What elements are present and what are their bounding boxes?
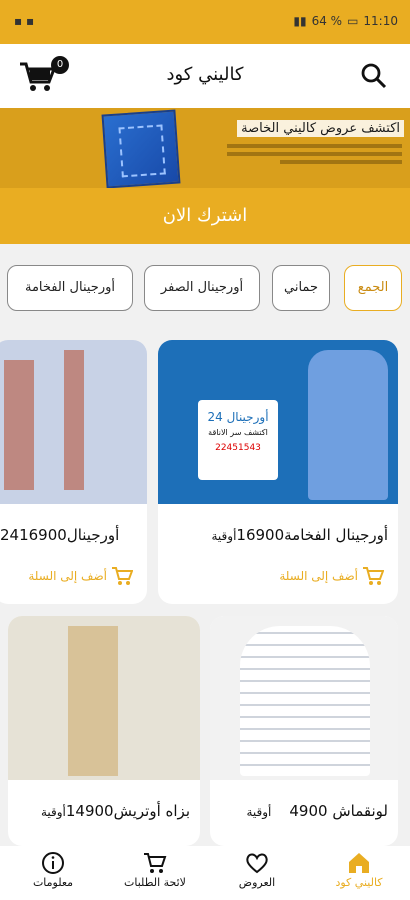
product-price: 14900 xyxy=(65,802,114,820)
image-phone: 22451543 xyxy=(215,443,261,453)
nav-orders[interactable]: لائحة الطلبات xyxy=(104,850,206,900)
add-to-cart-label: أضف إلى السلة xyxy=(28,569,107,583)
fabric-pattern xyxy=(4,360,34,490)
product-card[interactable]: لونقماش 4900 أوقية xyxy=(210,616,398,846)
product-image xyxy=(8,616,200,780)
clock: 11:10 xyxy=(363,14,398,28)
fabric-pattern xyxy=(64,350,84,490)
product-name-price: أورجينال2416900 xyxy=(0,526,119,544)
nav-info[interactable]: معلومات xyxy=(2,850,104,900)
info-icon xyxy=(42,852,64,874)
product-price: 4900 xyxy=(289,802,328,820)
nav-offers[interactable]: العروض xyxy=(206,850,308,900)
app-header: 0 كاليني كود xyxy=(0,44,410,108)
chip-original-luxury[interactable]: أورجينال الفخامة xyxy=(7,265,133,311)
nav-label: معلومات xyxy=(32,876,74,889)
product-name-price: بزاه أوتريش14900أوقية xyxy=(41,802,190,820)
add-to-cart-button[interactable]: أضف إلى السلة xyxy=(279,566,384,586)
status-bar: ▪ ▪ ▮▮ 64 % ▭ 11:10 xyxy=(0,0,410,44)
add-to-cart-label: أضف إلى السلة xyxy=(279,569,358,583)
status-notification-icons: ▪ ▪ xyxy=(14,14,35,28)
nav-home[interactable]: كاليني كود xyxy=(308,850,410,900)
heart-icon xyxy=(246,853,268,874)
nav-label: العروض xyxy=(238,876,276,889)
search-icon xyxy=(361,63,387,89)
product-image xyxy=(210,616,398,780)
product-currency: أوقية xyxy=(211,529,237,543)
home-icon xyxy=(349,853,369,873)
battery-icon: ▭ xyxy=(347,14,359,28)
add-cart-icon xyxy=(112,567,133,585)
product-card[interactable]: بزاه أوتريش14900أوقية xyxy=(8,616,200,846)
product-name-price: أورجينال الفخامة16900أوقية xyxy=(211,526,388,544)
signal-icon: ▮▮ xyxy=(293,14,307,28)
add-to-cart-button[interactable]: أضف إلى السلة xyxy=(28,566,133,586)
product-currency: أوقية xyxy=(246,805,272,819)
banner-product-image xyxy=(101,109,181,188)
model-figure xyxy=(308,350,388,500)
bottom-navigation: كاليني كود العروض لائحة الطلبات معلومات xyxy=(0,846,410,900)
image-tagline: اكتشف سر الاناقة xyxy=(208,428,268,437)
nav-label: لائحة الطلبات xyxy=(124,876,186,889)
product-price: 16900 xyxy=(19,526,67,544)
add-cart-icon xyxy=(363,567,384,585)
product-image-overlay: أورجينال 24 اكتشف سر الاناقة 22451543 xyxy=(198,400,278,480)
product-currency: أوقية xyxy=(40,805,66,819)
product-name: بزاه أوتريش xyxy=(113,802,190,820)
banner-description xyxy=(227,144,402,168)
product-image: أورجينال 24 اكتشف سر الاناقة 22451543 xyxy=(158,340,398,504)
battery-label: 64 % xyxy=(311,14,343,28)
product-name-price: لونقماش 4900 أوقية xyxy=(246,802,388,820)
nav-label: كاليني كود xyxy=(335,876,383,889)
subscribe-button[interactable]: اشترك الان xyxy=(0,188,410,244)
fabric-pattern xyxy=(68,626,118,776)
product-image xyxy=(0,340,147,504)
shirt-figure xyxy=(240,626,370,776)
image-brand-text: أورجينال 24 xyxy=(207,410,269,424)
cart-icon xyxy=(144,853,167,873)
page-title: كاليني كود xyxy=(166,64,244,85)
chip-original-yellow[interactable]: أورجينال الصفر xyxy=(144,265,260,311)
banner-headline: اكتشف عروض كاليني الخاصة xyxy=(237,120,404,137)
search-button[interactable] xyxy=(360,62,388,90)
product-name: أورجينال الفخامة xyxy=(284,526,388,544)
product-price: 16900 xyxy=(236,526,285,544)
chip-jamani[interactable]: جماني xyxy=(272,265,330,311)
category-filter: الجمع جماني أورجينال الصفر أورجينال الفخ… xyxy=(0,265,410,311)
promo-banner[interactable]: اكتشف عروض كاليني الخاصة xyxy=(0,108,410,188)
chip-all[interactable]: الجمع xyxy=(344,265,402,311)
product-name: لونقماش xyxy=(332,802,388,820)
product-card[interactable]: أورجينال2416900 أضف إلى السلة xyxy=(0,340,147,604)
product-card[interactable]: أورجينال 24 اكتشف سر الاناقة 22451543 أو… xyxy=(158,340,398,604)
